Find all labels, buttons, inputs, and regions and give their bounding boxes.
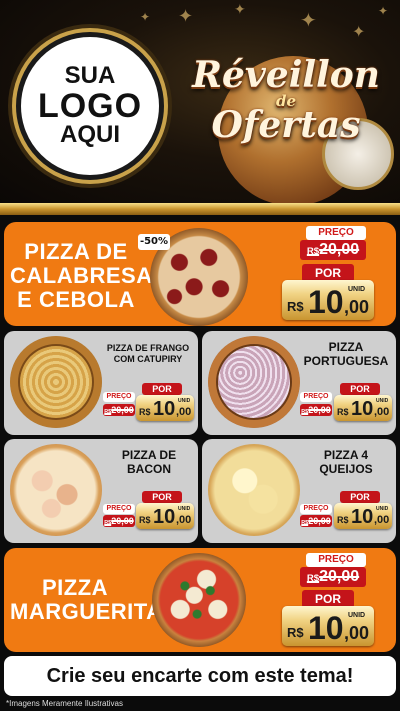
unit-label: UNID (348, 286, 366, 293)
old-price: R$20,00 (103, 404, 135, 416)
por-label: POR (142, 383, 182, 395)
cta-banner[interactable]: Crie seu encarte com este tema! (4, 656, 396, 696)
product-name-line2: QUEIJOS (319, 462, 373, 476)
star-icon: ✦ (300, 8, 317, 32)
star-icon: ✦ (178, 6, 194, 27)
gold-divider (0, 203, 400, 215)
old-price: R$20,00 (300, 240, 366, 260)
product-name: PIZZA 4 QUEIJOS (296, 448, 396, 476)
discount-badge: -50% (138, 234, 170, 250)
pizza-portuguesa-image (208, 336, 300, 428)
price-box: R$ 10 ,00 UNID (136, 395, 194, 421)
star-icon: ✦ (378, 4, 389, 18)
product-name-line2: PORTUGUESA (303, 354, 389, 368)
old-price-value: 20,00 (308, 516, 331, 526)
title-line1: Réveillon (192, 54, 380, 96)
preco-label: PREÇO (103, 392, 135, 402)
old-price-currency: R$ (306, 573, 320, 584)
price-decimal: ,00 (374, 406, 390, 418)
por-label: POR (340, 383, 380, 395)
price-currency: R$ (139, 407, 151, 417)
star-icon: ✦ (140, 10, 151, 24)
price-box: R$ 10 ,00 UNID (282, 280, 374, 320)
price-currency: R$ (337, 407, 349, 417)
price-currency: R$ (139, 515, 151, 525)
old-price-value: 20,00 (308, 405, 331, 415)
price-box: R$ 10 ,00 UNID (136, 503, 194, 529)
price-box: R$ 10 ,00 UNID (282, 606, 374, 646)
product-name: PIZZA PORTUGUESA (296, 340, 396, 368)
price-currency: R$ (337, 515, 349, 525)
pizza-bacon-image (10, 444, 102, 536)
old-price-value: 20,00 (111, 405, 134, 415)
logo-text-line2: LOGO (37, 86, 143, 125)
preco-label: PREÇO (300, 504, 332, 514)
price-currency: R$ (287, 625, 304, 640)
price-decimal: ,00 (344, 297, 370, 317)
preco-label: PREÇO (300, 392, 332, 402)
old-price: R$20,00 (300, 567, 366, 587)
product-name-line1: PIZZA (41, 575, 109, 600)
product-name-line2: CALABRESA (10, 263, 153, 288)
old-price-currency: R$ (306, 246, 320, 257)
unit-label: UNID (376, 398, 389, 404)
price-integer: 10 (351, 398, 374, 420)
product-name: PIZZA DE CALABRESA E CEBOLA (10, 239, 153, 312)
product-name-line2: COM CATUPIRY (113, 354, 183, 364)
unit-label: UNID (178, 506, 191, 512)
price-box: R$ 10 ,00 UNID (334, 395, 392, 421)
product-name-line2: MARGUERITA (10, 599, 163, 624)
disclaimer-text: *Imagens Meramente Ilustrativas (6, 699, 123, 708)
title-line2: Ofertas (211, 104, 361, 146)
price-integer: 10 (153, 506, 176, 528)
product-name-line1: PIZZA DE FRANGO (106, 343, 190, 353)
logo-text-line3: AQUI (60, 121, 120, 149)
pizza-marguerita-image (152, 553, 246, 647)
unit-label: UNID (348, 612, 366, 619)
price-box: R$ 10 ,00 UNID (334, 503, 392, 529)
product-name-line1: PIZZA DE (121, 448, 177, 462)
logo-text-line1: SUA (64, 62, 116, 90)
price-currency: R$ (287, 299, 304, 314)
old-price-value: 20,00 (111, 516, 134, 526)
preco-label: PREÇO (306, 553, 366, 567)
reveillon-title: Réveillon de Ofertas (172, 38, 400, 205)
product-name-line1: PIZZA DE (24, 239, 128, 264)
pizza-4-queijos-image (208, 444, 300, 536)
price-decimal: ,00 (374, 514, 390, 526)
price-integer: 10 (308, 284, 344, 320)
price-integer: 10 (308, 610, 344, 646)
price-decimal: ,00 (176, 514, 192, 526)
product-name-line1: PIZZA (328, 340, 364, 354)
old-price: R$20,00 (300, 515, 332, 527)
product-name: PIZZA MARGUERITA (10, 575, 163, 624)
price-decimal: ,00 (344, 623, 370, 643)
header-banner: ✦ ✦ ✦ ✦ ✦ ✦ SUA LOGO AQUI Réveillon de O… (0, 0, 400, 205)
price-integer: 10 (153, 398, 176, 420)
product-name: PIZZA DE BACON (102, 448, 196, 476)
por-label: POR (340, 491, 380, 503)
product-name-line1: PIZZA 4 (323, 448, 369, 462)
unit-label: UNID (178, 398, 191, 404)
unit-label: UNID (376, 506, 389, 512)
preco-label: PREÇO (103, 504, 135, 514)
old-price-value: 20,00 (319, 241, 360, 258)
old-price-value: 20,00 (319, 568, 360, 585)
star-icon: ✦ (234, 2, 246, 18)
price-integer: 10 (351, 506, 374, 528)
old-price: R$20,00 (300, 404, 332, 416)
por-label: POR (142, 491, 182, 503)
product-name-line3: E CEBOLA (17, 287, 135, 312)
product-name-line2: BACON (127, 462, 171, 476)
preco-label: PREÇO (306, 226, 366, 240)
pizza-frango-image (10, 336, 102, 428)
product-name: PIZZA DE FRANGO COM CATUPIRY (100, 343, 196, 365)
logo-placeholder: SUA LOGO AQUI (16, 32, 164, 180)
price-decimal: ,00 (176, 406, 192, 418)
old-price: R$20,00 (103, 515, 135, 527)
